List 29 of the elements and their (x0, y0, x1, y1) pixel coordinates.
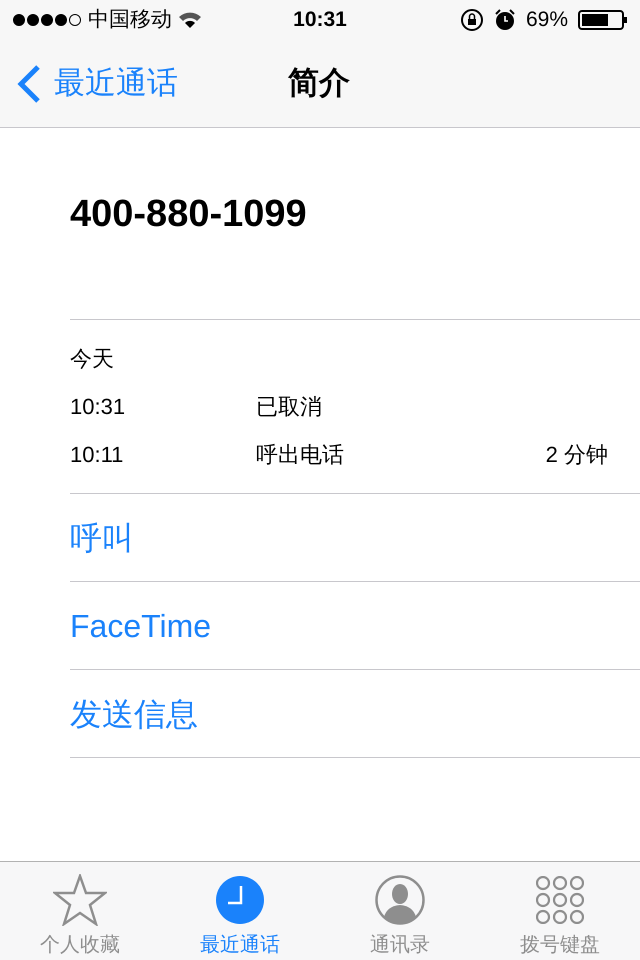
signal-icon (12, 13, 82, 27)
action-link[interactable]: FaceTime (70, 602, 212, 650)
tab-bar-item[interactable]: 通讯录 (320, 862, 480, 960)
battery-icon (578, 10, 628, 30)
call-time: 10:31 (70, 392, 126, 420)
action-link[interactable]: 呼叫 (70, 514, 134, 562)
alarm-icon (494, 9, 516, 31)
carrier-name: 中国移动 (88, 7, 172, 34)
call-type: 已取消 (256, 392, 323, 420)
status-time: 10:31 (293, 7, 347, 34)
person-icon (375, 875, 425, 925)
phone-number: 400-880-1099 (70, 193, 307, 235)
tab-bar-item[interactable]: 最近通话 (160, 862, 320, 960)
action-link[interactable]: 发送信息 (70, 690, 198, 738)
tab-bar-item[interactable]: 拨号键盘 (480, 862, 640, 960)
tab-bar-item[interactable]: 个人收藏 (0, 862, 160, 960)
wifi-icon (178, 11, 202, 29)
call-duration: 2 分钟 (546, 440, 608, 468)
rotation-lock-icon (460, 8, 484, 32)
nav-title: 简介 (288, 64, 350, 102)
battery-percent: 69% (526, 7, 568, 34)
keypad-icon (536, 876, 584, 924)
star-icon (53, 874, 107, 926)
date-heading: 今天 (70, 346, 114, 371)
clock-icon (215, 875, 265, 925)
back-button[interactable]: 最近通话 (0, 60, 178, 107)
call-type: 呼出电话 (256, 440, 345, 468)
call-time: 10:11 (70, 440, 124, 468)
chevron-left-icon (16, 64, 42, 104)
